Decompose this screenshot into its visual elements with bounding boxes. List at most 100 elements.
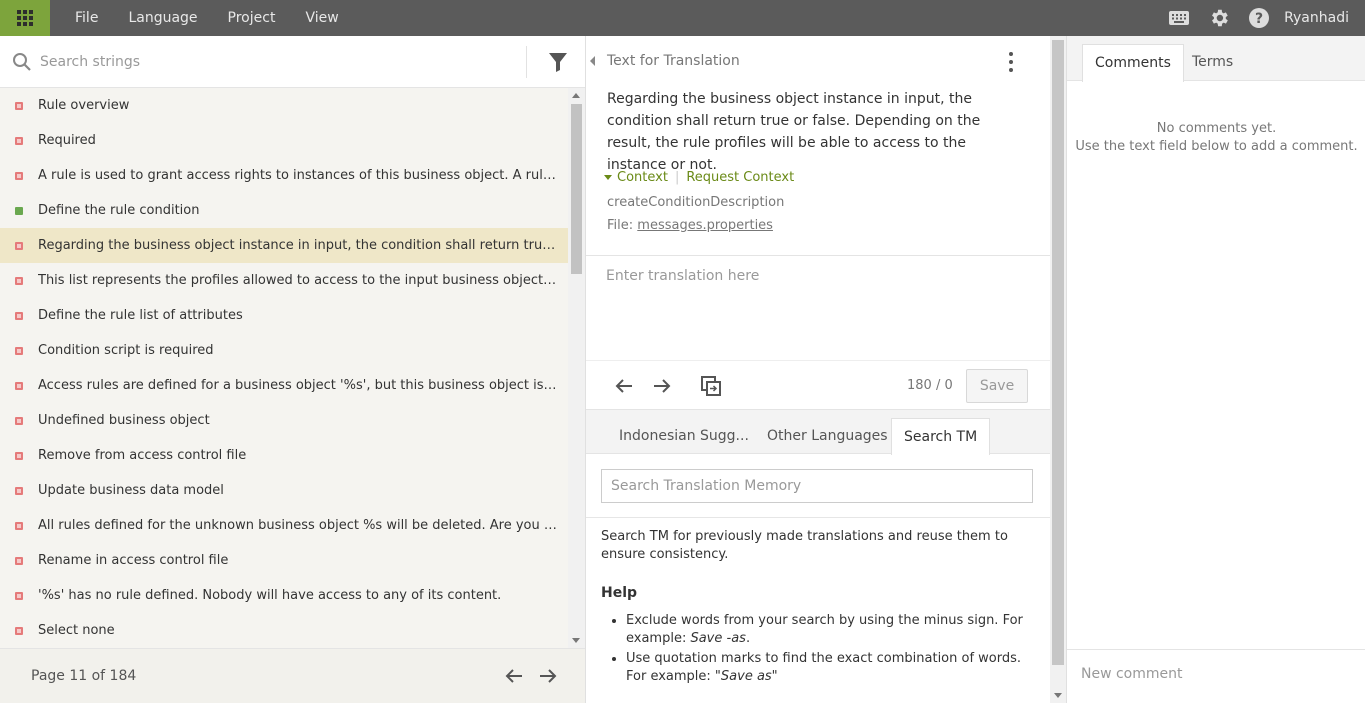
top-right-tools: ? Ryanhadi (1150, 7, 1365, 29)
more-options-icon[interactable] (1006, 52, 1016, 72)
string-row[interactable]: This list represents the profiles allowe… (0, 263, 568, 298)
tab-terms[interactable]: Terms (1180, 44, 1245, 82)
string-row[interactable]: A rule is used to grant access rights to… (0, 158, 568, 193)
string-text: Rename in access control file (38, 553, 229, 568)
character-count: 180 / 0 (907, 378, 953, 393)
prev-page-arrow-icon[interactable] (503, 665, 525, 687)
search-tm-input[interactable] (601, 469, 1033, 503)
help-heading: Help (601, 585, 638, 601)
string-text: Rule overview (38, 98, 130, 113)
string-row[interactable]: Rename in access control file (0, 543, 568, 578)
string-row[interactable]: '%s' has no rule defined. Nobody will ha… (0, 578, 568, 613)
string-text: A rule is used to grant access rights to… (38, 168, 558, 183)
string-row[interactable]: All rules defined for the unknown busine… (0, 508, 568, 543)
request-context-link[interactable]: Request Context (686, 170, 794, 185)
string-row[interactable]: Required (0, 123, 568, 158)
next-page-arrow-icon[interactable] (537, 665, 559, 687)
string-row[interactable]: Rule overview (0, 88, 568, 123)
string-list-scrollbar[interactable] (568, 88, 585, 648)
string-row[interactable]: Define the rule list of attributes (0, 298, 568, 333)
untranslated-status-icon (15, 276, 23, 285)
menu-project[interactable]: Project (228, 10, 276, 26)
save-button[interactable]: Save (966, 369, 1028, 403)
tab-indonesian-suggestions[interactable]: Indonesian Sugg... (607, 418, 761, 455)
string-text: Define the rule condition (38, 203, 200, 218)
help-icon[interactable]: ? (1248, 7, 1270, 29)
new-comment-box (1067, 649, 1365, 703)
menu-file[interactable]: File (75, 10, 98, 26)
string-text: Access rules are defined for a business … (38, 378, 558, 393)
gear-icon[interactable] (1208, 7, 1230, 29)
help-list: Exclude words from your search by using … (601, 612, 1031, 686)
scrollbar-thumb[interactable] (1052, 40, 1064, 665)
string-row[interactable]: Define the rule condition (0, 193, 568, 228)
previous-string-arrow-icon[interactable] (613, 375, 635, 397)
tab-comments[interactable]: Comments (1082, 44, 1184, 82)
scroll-down-arrow-icon[interactable] (1054, 693, 1062, 698)
comments-panel: Comments Terms No comments yet. Use the … (1066, 36, 1365, 703)
scrollbar-thumb[interactable] (571, 104, 582, 274)
no-comments-message: No comments yet. Use the text field belo… (1067, 120, 1365, 156)
no-comments-hint: Use the text field below to add a commen… (1075, 139, 1358, 154)
translation-editor (586, 255, 1050, 360)
scroll-up-arrow-icon[interactable] (572, 93, 580, 98)
string-text: Update business data model (38, 483, 224, 498)
suggestion-tabs: Indonesian Sugg... Other Languages Searc… (586, 409, 1050, 455)
menu-view[interactable]: View (305, 10, 338, 26)
string-row[interactable]: Select none (0, 613, 568, 648)
new-comment-input[interactable] (1081, 666, 1351, 682)
string-text: Define the rule list of attributes (38, 308, 243, 323)
context-separator: | (674, 170, 680, 185)
page-indicator: Page 11 of 184 (31, 668, 137, 684)
apps-grid-icon[interactable] (0, 0, 50, 36)
username[interactable]: Ryanhadi (1284, 10, 1349, 26)
collapse-left-arrow-icon[interactable] (590, 56, 595, 66)
source-text: Regarding the business object instance i… (607, 91, 981, 173)
string-row[interactable]: Access rules are defined for a business … (0, 368, 568, 403)
filter-icon[interactable] (546, 50, 570, 74)
search-strings-input[interactable] (40, 53, 510, 70)
caret-down-icon[interactable] (604, 175, 612, 180)
string-text: Remove from access control file (38, 448, 247, 463)
string-row[interactable]: Condition script is required (0, 333, 568, 368)
tab-search-tm[interactable]: Search TM (891, 418, 991, 455)
untranslated-status-icon (15, 591, 23, 600)
translation-panel-scrollbar[interactable] (1050, 36, 1066, 703)
untranslated-status-icon (15, 381, 23, 390)
string-row[interactable]: Update business data model (0, 473, 568, 508)
strings-panel: Rule overview Required A rule is used to… (0, 36, 585, 703)
tm-divider (586, 517, 1050, 518)
string-text: '%s' has no rule defined. Nobody will ha… (38, 588, 502, 603)
strings-search-bar (0, 36, 585, 88)
main-menu: File Language Project View (75, 10, 369, 26)
file-label: File: (607, 218, 634, 233)
tab-other-languages[interactable]: Other Languages (755, 418, 900, 455)
file-link[interactable]: messages.properties (637, 218, 773, 233)
string-row[interactable]: Undefined business object (0, 403, 568, 438)
untranslated-status-icon (15, 136, 23, 145)
menu-language[interactable]: Language (128, 10, 197, 26)
string-row[interactable]: Remove from access control file (0, 438, 568, 473)
untranslated-status-icon (15, 521, 23, 530)
string-text: All rules defined for the unknown busine… (38, 518, 558, 533)
tm-help: Search TM for previously made translatio… (601, 528, 1031, 688)
untranslated-status-icon (15, 241, 23, 250)
context-file: File: messages.properties (607, 218, 773, 233)
copy-source-icon[interactable] (700, 375, 722, 397)
keyboard-icon[interactable] (1168, 7, 1190, 29)
scroll-down-arrow-icon[interactable] (572, 638, 580, 643)
string-text: Select none (38, 623, 115, 638)
context-toggle[interactable]: Context (617, 170, 668, 185)
translated-status-icon (15, 206, 23, 215)
string-list: Rule overview Required A rule is used to… (0, 88, 568, 648)
next-string-arrow-icon[interactable] (651, 375, 673, 397)
untranslated-status-icon (15, 626, 23, 635)
help-item: Exclude words from your search by using … (626, 612, 1031, 648)
string-row-selected[interactable]: Regarding the business object instance i… (0, 228, 568, 263)
untranslated-status-icon (15, 346, 23, 355)
untranslated-status-icon (15, 311, 23, 320)
translation-panel: Text for Translation Regarding the busin… (585, 36, 1066, 703)
translation-input[interactable] (606, 268, 1026, 348)
svg-text:?: ? (1255, 11, 1263, 27)
untranslated-status-icon (15, 171, 23, 180)
